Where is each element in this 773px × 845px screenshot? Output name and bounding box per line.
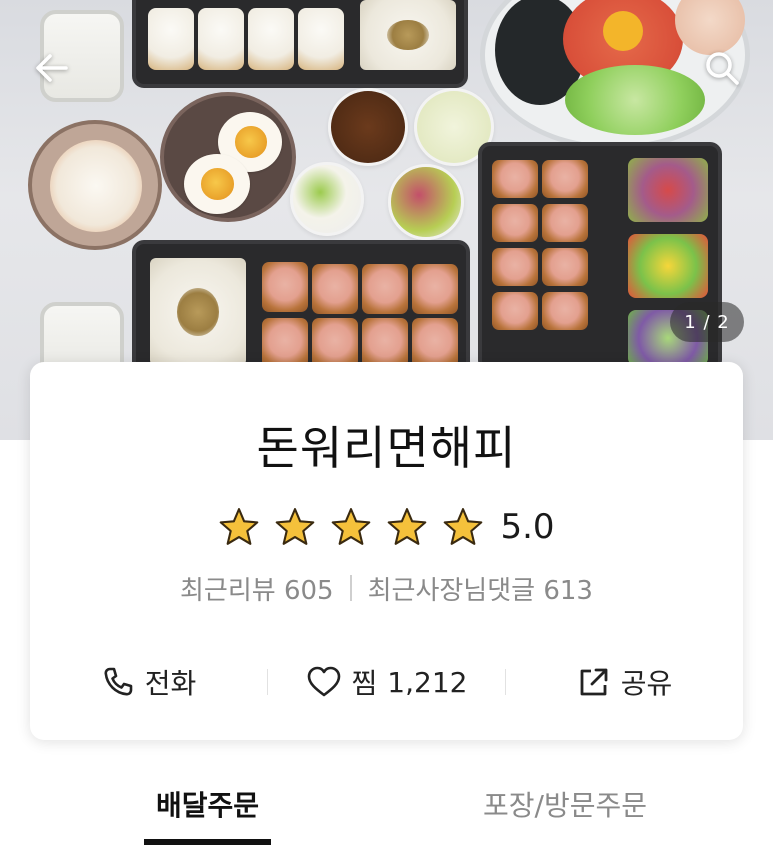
star-icon bbox=[332, 508, 371, 545]
call-label: 전화 bbox=[144, 667, 197, 700]
store-info-card: 돈워리면해피 5.0 최근리뷰 605 최근사장님댓글 613 전화 찜 1,2… bbox=[30, 362, 743, 740]
store-name: 돈워리면해피 bbox=[256, 421, 517, 475]
favorite-count: 1,212 bbox=[387, 665, 468, 699]
order-type-tabs: 배달주문 포장/방문주문 bbox=[0, 770, 773, 845]
search-button[interactable] bbox=[698, 44, 746, 92]
food-tray bbox=[132, 0, 468, 88]
side-plate bbox=[28, 120, 162, 250]
search-icon bbox=[706, 52, 739, 85]
tab-delivery[interactable]: 배달주문 bbox=[130, 784, 285, 845]
phone-icon bbox=[104, 667, 133, 696]
wasabi-cup bbox=[290, 162, 364, 236]
owner-replies-label: 최근사장님댓글 bbox=[367, 575, 536, 606]
star-icon bbox=[388, 508, 427, 545]
review-stats: 최근리뷰 605 최근사장님댓글 613 bbox=[30, 568, 743, 608]
share-label: 공유 bbox=[620, 667, 673, 700]
recent-reviews-link[interactable]: 최근리뷰 605 bbox=[180, 570, 334, 607]
active-tab-indicator bbox=[144, 839, 271, 845]
back-arrow-icon bbox=[36, 54, 68, 82]
sauce-cup bbox=[328, 88, 408, 166]
heart-icon bbox=[307, 666, 340, 697]
tab-pickup-label: 포장/방문주문 bbox=[483, 789, 647, 822]
star-icon bbox=[276, 508, 315, 545]
call-button[interactable]: 전화 bbox=[30, 662, 267, 702]
recent-reviews-count: 605 bbox=[283, 575, 334, 606]
owner-replies-link[interactable]: 최근사장님댓글 613 bbox=[368, 570, 593, 607]
star-icon bbox=[444, 508, 483, 545]
owner-replies-count: 613 bbox=[543, 575, 593, 606]
tab-delivery-label: 배달주문 bbox=[155, 789, 260, 822]
favorite-button[interactable]: 찜 1,212 bbox=[268, 662, 505, 702]
star-rating bbox=[218, 506, 484, 548]
tab-pickup[interactable]: 포장/방문주문 bbox=[460, 784, 670, 845]
rating-value: 5.0 bbox=[500, 507, 555, 547]
star-icon bbox=[220, 508, 259, 545]
stats-divider bbox=[349, 575, 352, 601]
back-button[interactable] bbox=[28, 44, 76, 92]
recent-reviews-label: 최근리뷰 bbox=[180, 575, 276, 606]
egg-bowl bbox=[160, 92, 296, 222]
food-tray bbox=[132, 240, 470, 380]
rating-row: 5.0 bbox=[30, 502, 743, 552]
share-button[interactable]: 공유 bbox=[506, 662, 743, 702]
image-counter: 1 / 2 bbox=[670, 302, 744, 342]
store-actions: 전화 찜 1,212 공유 bbox=[30, 654, 743, 710]
sauce-cup bbox=[388, 164, 464, 240]
share-icon bbox=[580, 668, 608, 696]
store-detail-page: 1 / 2 돈워리면해피 5.0 최근리뷰 605 최근사장님댓글 613 전화… bbox=[0, 0, 773, 845]
favorite-label: 찜 bbox=[351, 667, 378, 700]
